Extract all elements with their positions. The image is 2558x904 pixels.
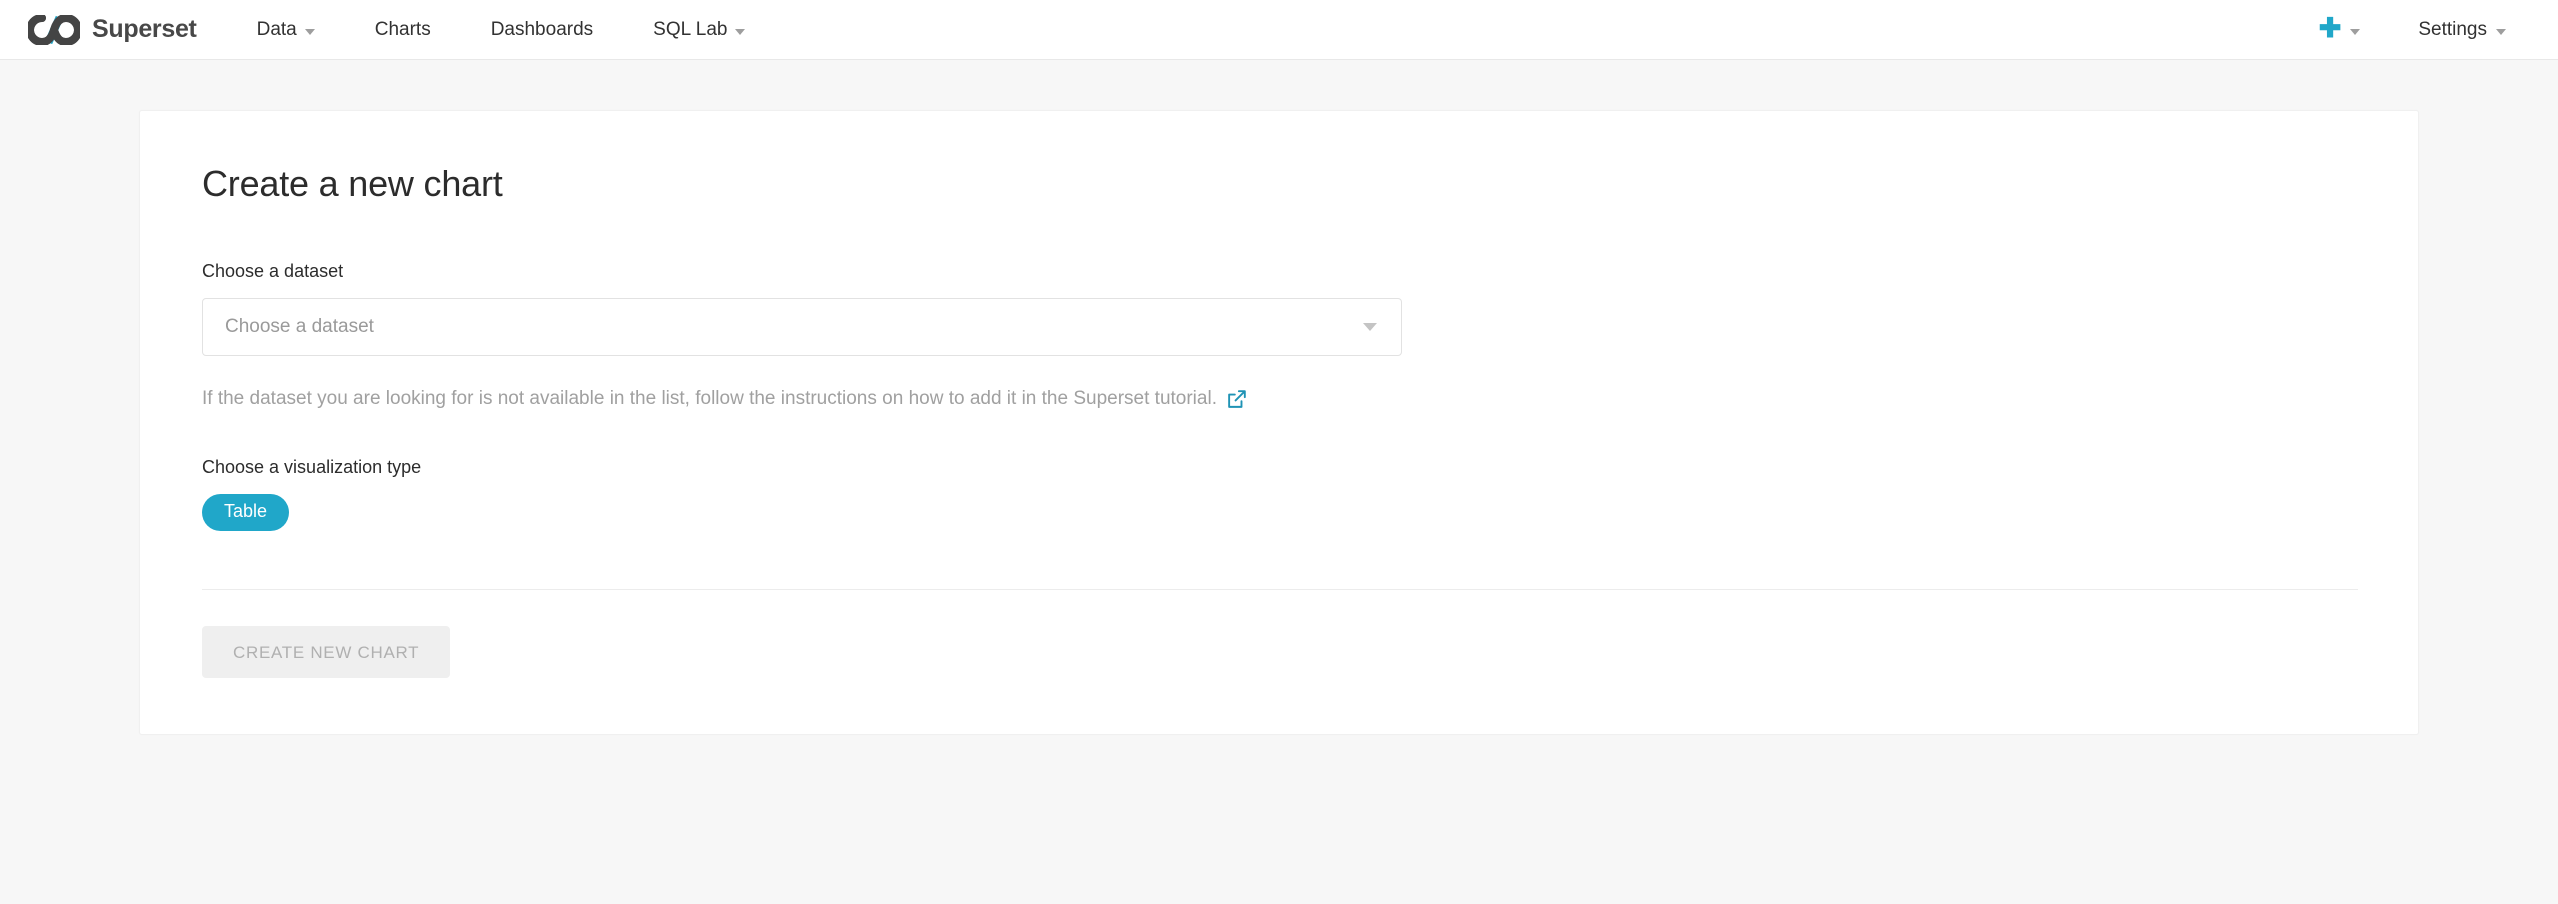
- dataset-select[interactable]: Choose a dataset: [202, 297, 1402, 356]
- page-body: Create a new chart Choose a dataset Choo…: [0, 60, 2558, 736]
- dataset-field-label: Choose a dataset: [202, 261, 344, 282]
- settings-menu[interactable]: Settings: [2374, 19, 2526, 41]
- nav-item-sql-lab[interactable]: SQL Lab: [623, 0, 775, 59]
- create-new-chart-button[interactable]: CREATE NEW CHART: [202, 626, 451, 679]
- main-nav: Data Charts Dashboards SQL Lab: [227, 0, 776, 59]
- nav-item-charts[interactable]: Charts: [345, 0, 461, 59]
- navbar-right-actions: ✚ Settings: [2305, 13, 2526, 43]
- nav-item-dashboards[interactable]: Dashboards: [461, 0, 623, 59]
- section-divider: [202, 589, 2358, 591]
- nav-item-label: Dashboards: [490, 18, 594, 40]
- superset-infinity-logo-icon: [28, 14, 80, 45]
- page-title: Create a new chart: [202, 163, 503, 204]
- new-chart-card: Create a new chart Choose a dataset Choo…: [139, 110, 2419, 736]
- chevron-down-icon: [304, 28, 315, 35]
- nav-item-label: Data: [256, 18, 297, 40]
- dataset-helper-text: If the dataset you are looking for is no…: [202, 386, 2356, 412]
- chevron-down-icon: [2350, 28, 2361, 35]
- chevron-down-icon: [1363, 322, 1377, 331]
- brand-name: Superset: [92, 15, 197, 43]
- plus-icon: ✚: [2318, 13, 2342, 43]
- top-navbar: Superset Data Charts Dashboards SQL Lab …: [0, 0, 2558, 60]
- external-link-icon[interactable]: [1227, 390, 1246, 409]
- chevron-down-icon: [2496, 28, 2506, 35]
- viz-type-table[interactable]: Table: [202, 494, 290, 532]
- chevron-down-icon: [735, 28, 746, 35]
- nav-item-label: SQL Lab: [653, 18, 728, 40]
- brand-home-link[interactable]: Superset: [28, 14, 197, 45]
- visualization-field-label: Choose a visualization type: [202, 457, 422, 478]
- dataset-select-placeholder: Choose a dataset: [225, 316, 374, 338]
- settings-label: Settings: [2418, 18, 2487, 40]
- dataset-helper-label: If the dataset you are looking for is no…: [202, 387, 1217, 409]
- new-item-menu[interactable]: ✚: [2305, 13, 2375, 43]
- visualization-type-list: Table: [202, 494, 2356, 532]
- nav-item-label: Charts: [374, 18, 431, 40]
- nav-item-data[interactable]: Data: [227, 0, 345, 59]
